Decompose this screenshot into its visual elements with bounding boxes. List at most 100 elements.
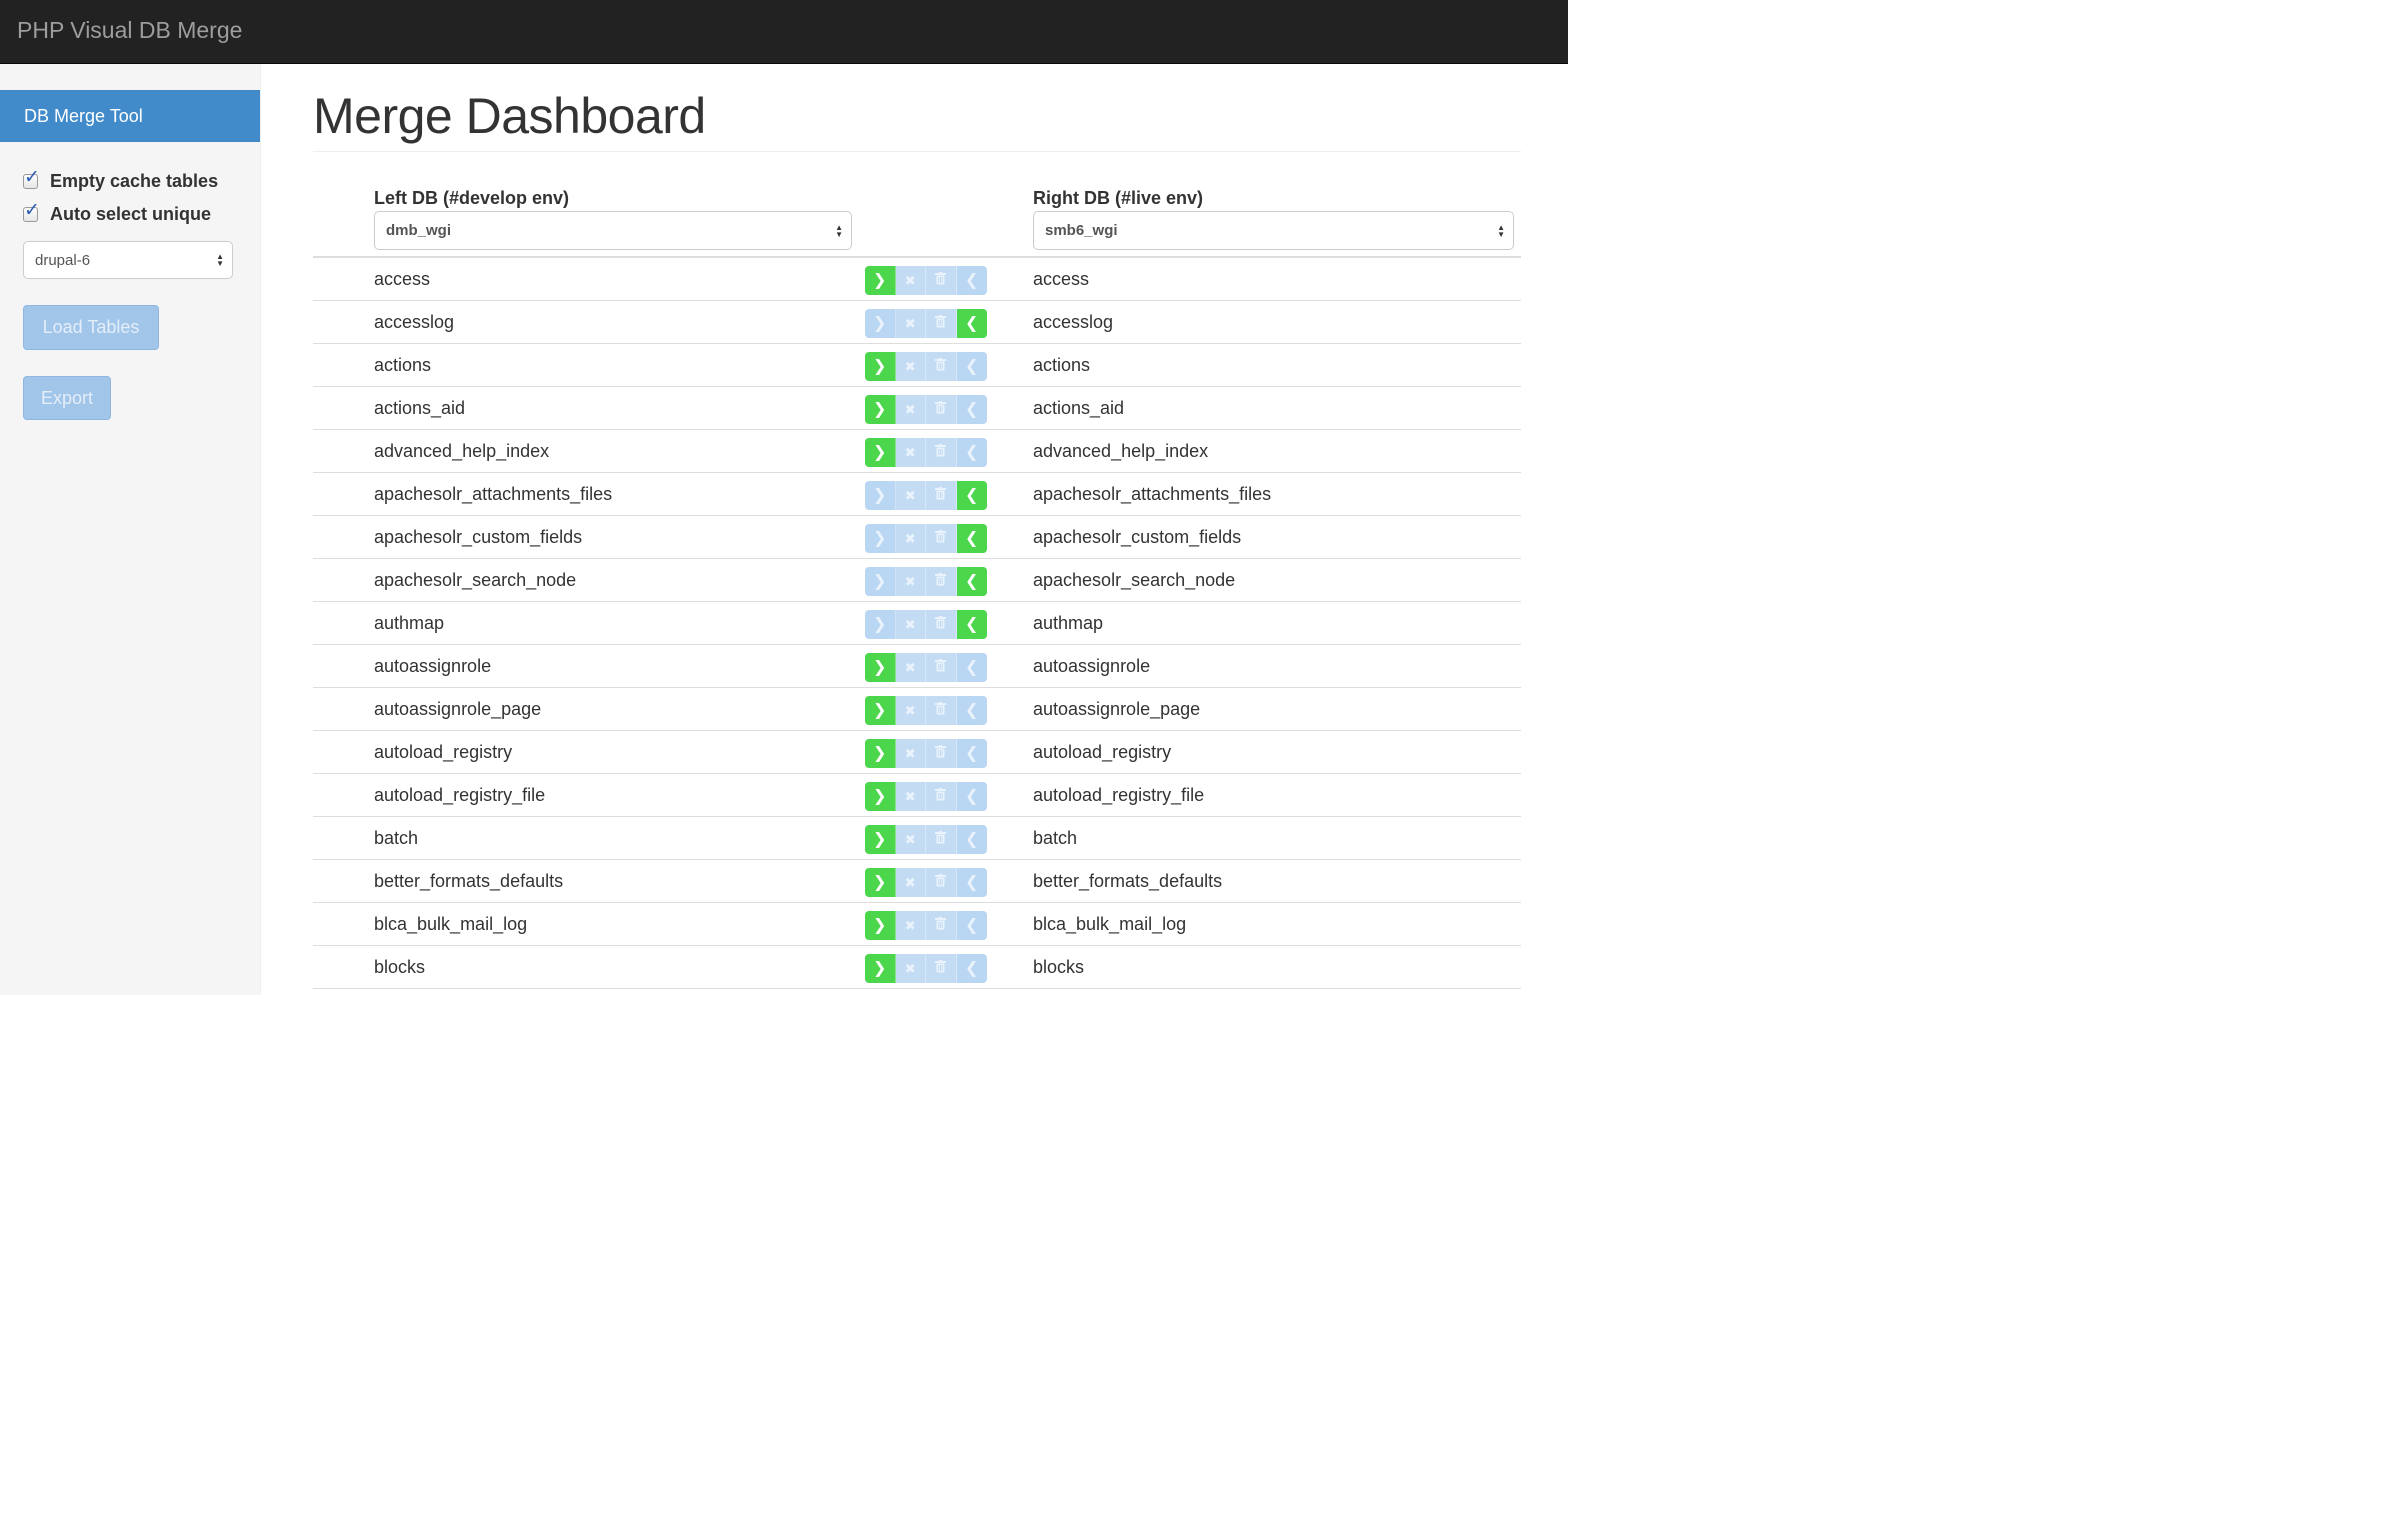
- chevron-left-icon: ❮: [965, 701, 979, 719]
- copy-right-button[interactable]: ❯: [865, 438, 896, 467]
- merge-action-group: ❯ ✖ ❮: [865, 266, 987, 295]
- chevron-right-icon: ❯: [873, 787, 887, 805]
- auto-select-option[interactable]: ✓ Auto select unique: [23, 200, 212, 226]
- left-table-name: access: [374, 269, 431, 289]
- copy-right-button[interactable]: ❯: [865, 309, 896, 338]
- skip-button[interactable]: ✖: [895, 610, 926, 639]
- delete-button[interactable]: [926, 438, 957, 467]
- delete-button[interactable]: [926, 309, 957, 338]
- delete-button[interactable]: [926, 266, 957, 295]
- skip-button[interactable]: ✖: [895, 868, 926, 897]
- delete-button[interactable]: [926, 524, 957, 553]
- empty-cache-option[interactable]: ✓ Empty cache tables: [23, 167, 218, 193]
- delete-button[interactable]: [926, 567, 957, 596]
- table-row: authmap ❯ ✖ ❮ authmap: [313, 602, 1521, 645]
- skip-button[interactable]: ✖: [895, 911, 926, 940]
- copy-left-button[interactable]: ❮: [956, 481, 987, 510]
- copy-right-button[interactable]: ❯: [865, 653, 896, 682]
- chevron-right-icon: ❯: [873, 658, 887, 676]
- copy-left-button[interactable]: ❮: [956, 395, 987, 424]
- trash-icon: [935, 444, 947, 461]
- copy-left-button[interactable]: ❮: [956, 567, 987, 596]
- copy-left-button[interactable]: ❮: [956, 954, 987, 983]
- copy-right-button[interactable]: ❯: [865, 739, 896, 768]
- skip-button[interactable]: ✖: [895, 696, 926, 725]
- right-table-name: advanced_help_index: [1033, 441, 1209, 461]
- left-db-select[interactable]: dmb_wgi ▲ ▼: [374, 211, 852, 250]
- copy-right-button[interactable]: ❯: [865, 567, 896, 596]
- copy-left-button[interactable]: ❮: [956, 653, 987, 682]
- left-table-name: blocks: [374, 957, 426, 977]
- skip-button[interactable]: ✖: [895, 567, 926, 596]
- right-table-name: actions: [1033, 355, 1091, 375]
- export-button[interactable]: Export: [23, 376, 111, 420]
- copy-right-button[interactable]: ❯: [865, 395, 896, 424]
- delete-button[interactable]: [926, 739, 957, 768]
- skip-button[interactable]: ✖: [895, 309, 926, 338]
- delete-button[interactable]: [926, 868, 957, 897]
- copy-right-button[interactable]: ❯: [865, 868, 896, 897]
- copy-left-button[interactable]: ❮: [956, 438, 987, 467]
- load-tables-button[interactable]: Load Tables: [23, 305, 159, 350]
- delete-button[interactable]: [926, 352, 957, 381]
- delete-button[interactable]: [926, 954, 957, 983]
- table-row: autoassignrole_page ❯ ✖ ❮ autoassignrole_pag…: [313, 688, 1521, 731]
- copy-right-button[interactable]: ❯: [865, 481, 896, 510]
- copy-right-button[interactable]: ❯: [865, 524, 896, 553]
- skip-button[interactable]: ✖: [895, 481, 926, 510]
- chevron-left-icon: ❮: [965, 916, 979, 934]
- sidebar-item-db-merge-tool[interactable]: DB Merge Tool: [0, 90, 260, 142]
- skip-button[interactable]: ✖: [895, 438, 926, 467]
- delete-button[interactable]: [926, 395, 957, 424]
- copy-left-button[interactable]: ❮: [956, 825, 987, 854]
- copy-left-button[interactable]: ❮: [956, 524, 987, 553]
- copy-right-button[interactable]: ❯: [865, 911, 896, 940]
- copy-left-button[interactable]: ❮: [956, 782, 987, 811]
- auto-select-label: Auto select unique: [50, 203, 212, 224]
- copy-left-button[interactable]: ❮: [956, 868, 987, 897]
- delete-button[interactable]: [926, 911, 957, 940]
- right-db-select[interactable]: smb6_wgi ▲ ▼: [1033, 211, 1514, 250]
- skip-button[interactable]: ✖: [895, 825, 926, 854]
- delete-button[interactable]: [926, 782, 957, 811]
- copy-right-button[interactable]: ❯: [865, 266, 896, 295]
- copy-right-button[interactable]: ❯: [865, 825, 896, 854]
- delete-button[interactable]: [926, 696, 957, 725]
- trash-icon: [935, 831, 947, 848]
- merge-action-group: ❯ ✖ ❮: [865, 481, 987, 510]
- copy-left-button[interactable]: ❮: [956, 610, 987, 639]
- copy-right-button[interactable]: ❯: [865, 782, 896, 811]
- skip-button[interactable]: ✖: [895, 395, 926, 424]
- right-table-name: autoload_registry: [1033, 742, 1172, 762]
- skip-button[interactable]: ✖: [895, 954, 926, 983]
- copy-left-button[interactable]: ❮: [956, 739, 987, 768]
- delete-button[interactable]: [926, 610, 957, 639]
- empty-cache-checkbox[interactable]: ✓: [23, 167, 40, 189]
- copy-right-button[interactable]: ❯: [865, 954, 896, 983]
- x-icon: ✖: [904, 272, 916, 288]
- skip-button[interactable]: ✖: [895, 782, 926, 811]
- skip-button[interactable]: ✖: [895, 524, 926, 553]
- delete-button[interactable]: [926, 825, 957, 854]
- delete-button[interactable]: [926, 481, 957, 510]
- x-icon: ✖: [904, 401, 916, 417]
- app-brand[interactable]: PHP Visual DB Merge: [17, 15, 242, 45]
- skip-button[interactable]: ✖: [895, 653, 926, 682]
- auto-select-checkbox[interactable]: ✓: [23, 200, 40, 222]
- copy-left-button[interactable]: ❮: [956, 352, 987, 381]
- merge-action-group: ❯ ✖ ❮: [865, 567, 987, 596]
- copy-right-button[interactable]: ❯: [865, 696, 896, 725]
- chevron-right-icon: ❯: [873, 400, 887, 418]
- skip-button[interactable]: ✖: [895, 739, 926, 768]
- copy-left-button[interactable]: ❮: [956, 911, 987, 940]
- copy-left-button[interactable]: ❮: [956, 696, 987, 725]
- skip-button[interactable]: ✖: [895, 352, 926, 381]
- copy-right-button[interactable]: ❯: [865, 352, 896, 381]
- delete-button[interactable]: [926, 653, 957, 682]
- profile-select[interactable]: drupal-6 ▲ ▼: [23, 241, 233, 279]
- skip-button[interactable]: ✖: [895, 266, 926, 295]
- copy-left-button[interactable]: ❮: [956, 266, 987, 295]
- copy-right-button[interactable]: ❯: [865, 610, 896, 639]
- copy-left-button[interactable]: ❮: [956, 309, 987, 338]
- checkmark-icon: ✓: [24, 166, 40, 188]
